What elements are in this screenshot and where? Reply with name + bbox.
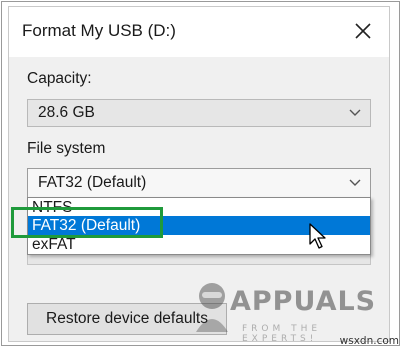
- option-ntfs[interactable]: NTFS: [28, 198, 370, 217]
- format-dialog: Format My USB (D:) Capacity: 28.6 GB Fil…: [8, 6, 390, 342]
- site-watermark: wsxdn.com: [339, 335, 399, 347]
- file-system-label: File system: [27, 140, 106, 157]
- capacity-value: 28.6 GB: [38, 104, 95, 121]
- close-button[interactable]: [347, 15, 379, 47]
- file-system-select[interactable]: FAT32 (Default): [27, 168, 371, 198]
- chevron-down-icon: [349, 109, 361, 116]
- window-title: Format My USB (D:): [22, 21, 176, 40]
- file-system-value: FAT32 (Default): [38, 174, 147, 191]
- screenshot: Format My USB (D:) Capacity: 28.6 GB Fil…: [0, 0, 403, 349]
- title-bar: Format My USB (D:): [9, 7, 389, 57]
- mouse-pointer-icon: [309, 223, 326, 249]
- close-icon: [355, 23, 371, 39]
- capacity-select[interactable]: 28.6 GB: [27, 99, 371, 127]
- capacity-label: Capacity:: [27, 70, 92, 87]
- chevron-down-icon: [349, 179, 361, 186]
- restore-defaults-button[interactable]: Restore device defaults: [27, 303, 227, 335]
